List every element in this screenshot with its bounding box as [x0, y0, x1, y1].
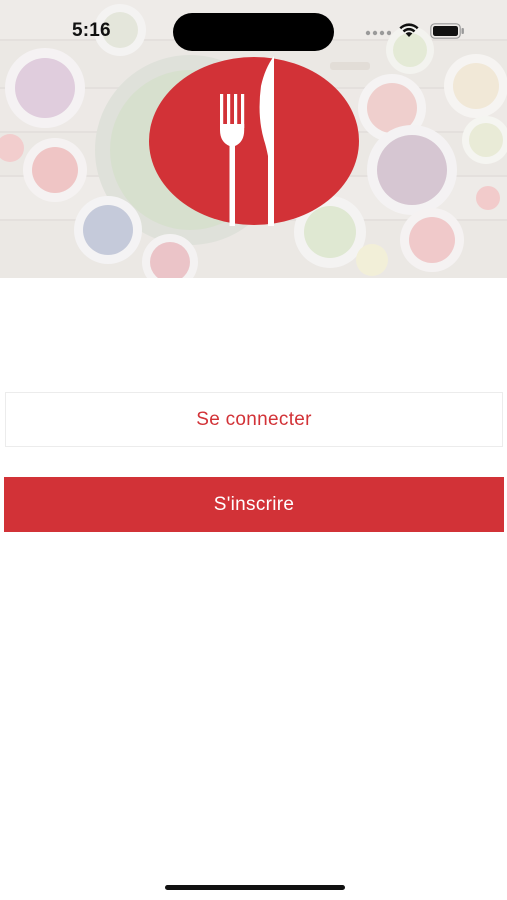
signup-button-label: S'inscrire: [213, 493, 295, 515]
welcome-screen: 5:16 Se connecter S'inscrire: [0, 0, 507, 900]
status-bar: 5:16: [0, 0, 507, 62]
login-button[interactable]: Se connecter: [5, 392, 503, 447]
dynamic-island: [173, 13, 334, 51]
fork-knife-logo-icon: [149, 56, 359, 226]
wifi-icon: [399, 23, 419, 37]
login-button-label: Se connecter: [196, 408, 312, 430]
status-time: 5:16: [72, 20, 111, 41]
cellular-signal-icon: [365, 30, 391, 36]
battery-icon: [430, 23, 464, 39]
signup-button[interactable]: S'inscrire: [4, 477, 504, 532]
home-indicator[interactable]: [165, 885, 345, 890]
